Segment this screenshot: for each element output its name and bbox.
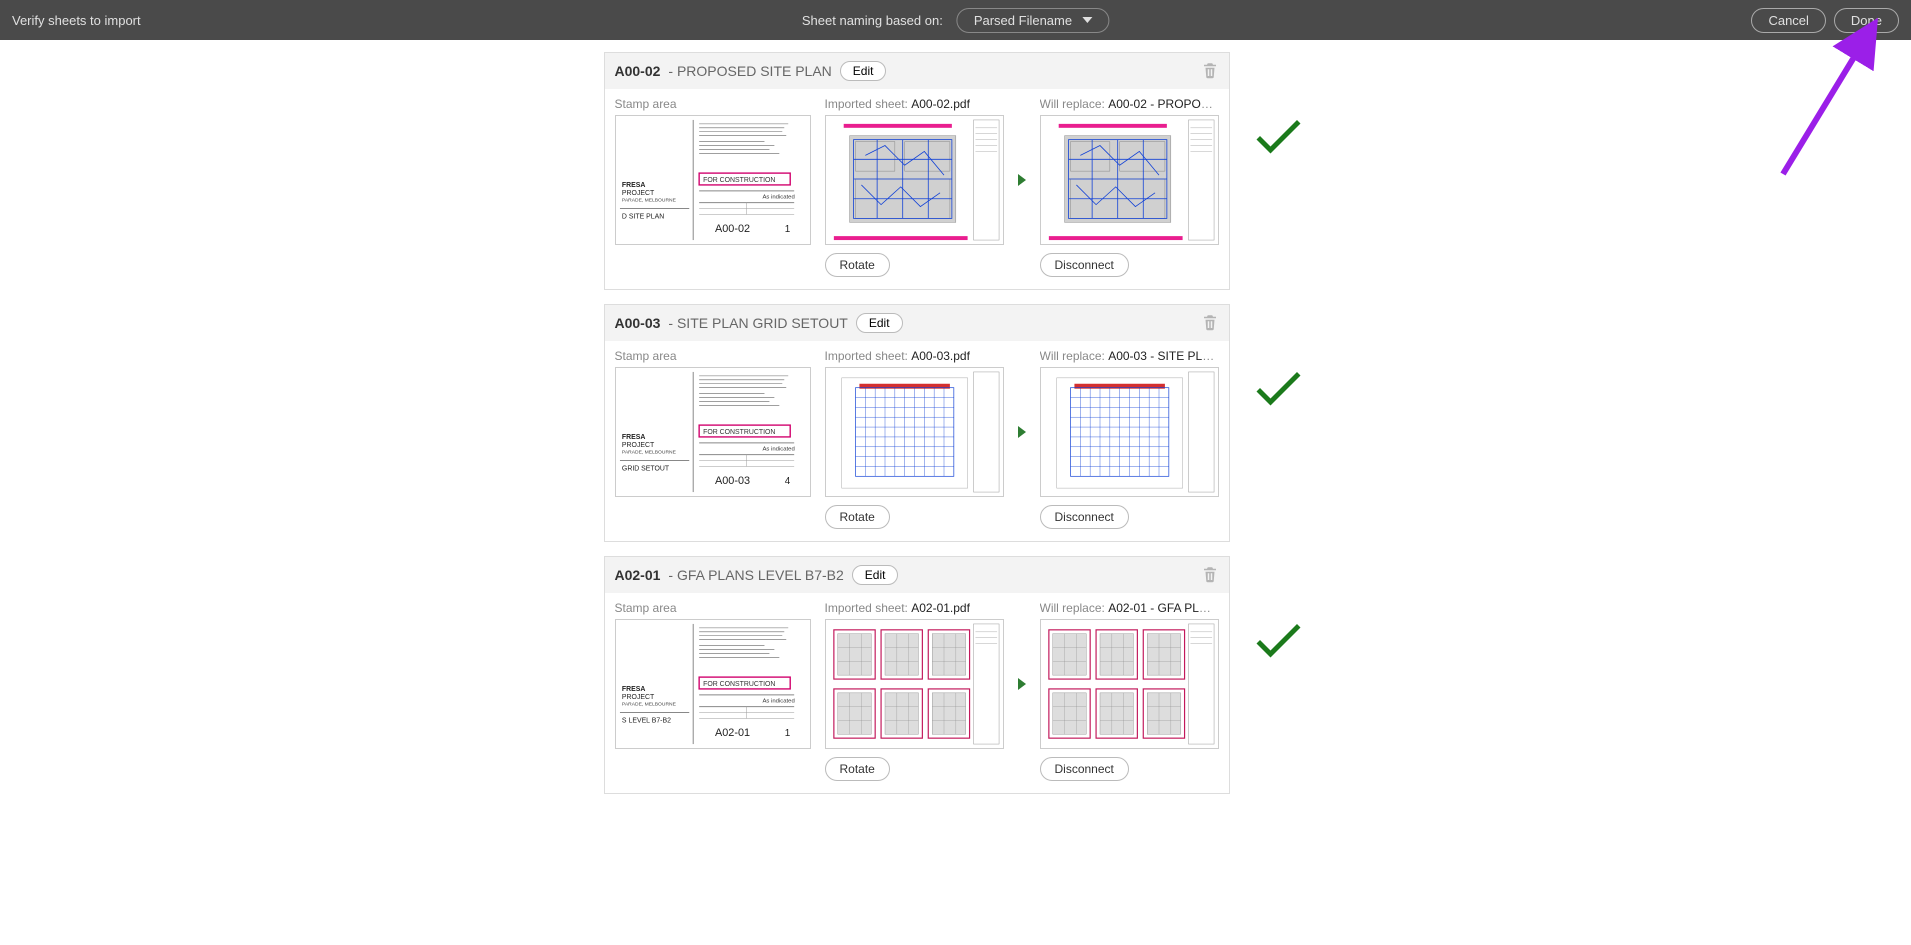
svg-text:PARADE, MELBOURNE: PARADE, MELBOURNE	[621, 450, 676, 456]
verify-label: Verify sheets to import	[12, 13, 141, 28]
svg-text:A00-03: A00-03	[714, 475, 749, 487]
sheet-number: A00-02	[615, 63, 661, 79]
naming-group: Sheet naming based on: Parsed Filename	[802, 8, 1109, 33]
svg-text:FRESA: FRESA	[621, 686, 644, 693]
sheet-card-header: A02-01 - GFA PLANS LEVEL B7-B2 Edit	[605, 557, 1229, 593]
imported-thumbnail[interactable]	[825, 367, 1004, 497]
stamp-thumbnail[interactable]: FOR CONSTRUCTION As indicated A00-03 4 F…	[615, 367, 811, 497]
sheet-list: A00-02 - PROPOSED SITE PLAN Edit Stamp are…	[0, 40, 1911, 794]
stamp-thumbnail[interactable]: FOR CONSTRUCTION As indicated A00-02 1 F…	[615, 115, 811, 245]
will-replace-label: Will replace: A00-02 - PROPOSE…	[1040, 97, 1219, 111]
top-bar: Verify sheets to import Sheet naming bas…	[0, 0, 1911, 40]
svg-text:FRESA: FRESA	[621, 434, 644, 441]
will-replace-label: Will replace: A00-03 - SITE PLA…	[1040, 349, 1219, 363]
rotate-button[interactable]: Rotate	[825, 757, 890, 781]
svg-text:GRID SETOUT: GRID SETOUT	[621, 465, 669, 472]
sheet-card: A02-01 - GFA PLANS LEVEL B7-B2 Edit Stamp …	[604, 556, 1230, 794]
svg-text:S LEVEL B7-B2: S LEVEL B7-B2	[621, 717, 670, 724]
sheet-row: A02-01 - GFA PLANS LEVEL B7-B2 Edit Stamp …	[604, 556, 1308, 794]
sheet-title: - PROPOSED SITE PLAN	[668, 63, 831, 79]
rotate-button[interactable]: Rotate	[825, 505, 890, 529]
arrow-right-icon	[1014, 367, 1030, 497]
disconnect-button[interactable]: Disconnect	[1040, 505, 1129, 529]
sheet-row: A00-03 - SITE PLAN GRID SETOUT Edit Stamp …	[604, 304, 1308, 542]
svg-text:A00-02: A00-02	[714, 223, 749, 235]
replace-thumbnail[interactable]	[1040, 619, 1219, 749]
svg-text:FRESA: FRESA	[621, 182, 644, 189]
stamp-area-label: Stamp area	[615, 97, 815, 111]
stamp-area-label: Stamp area	[615, 349, 815, 363]
sheet-card-body: Stamp area Imported sheet: A00-02.pdf Will…	[605, 89, 1229, 289]
sheet-card-header: A00-03 - SITE PLAN GRID SETOUT Edit	[605, 305, 1229, 341]
check-icon	[1248, 610, 1308, 673]
sheet-number: A02-01	[615, 567, 661, 583]
naming-dropdown[interactable]: Parsed Filename	[957, 8, 1109, 33]
imported-sheet-label: Imported sheet: A02-01.pdf	[825, 601, 1004, 615]
sheet-title: - SITE PLAN GRID SETOUT	[668, 315, 847, 331]
svg-text:As indicated: As indicated	[762, 195, 794, 201]
trash-icon[interactable]	[1201, 313, 1219, 333]
naming-dropdown-value: Parsed Filename	[974, 13, 1072, 28]
trash-icon[interactable]	[1201, 61, 1219, 81]
edit-button[interactable]: Edit	[840, 61, 887, 81]
naming-label: Sheet naming based on:	[802, 13, 943, 28]
sheet-row: A00-02 - PROPOSED SITE PLAN Edit Stamp are…	[604, 52, 1308, 290]
sheet-card-body: Stamp area Imported sheet: A02-01.pdf Will…	[605, 593, 1229, 793]
edit-button[interactable]: Edit	[852, 565, 899, 585]
sheet-title: - GFA PLANS LEVEL B7-B2	[668, 567, 843, 583]
arrow-right-icon	[1014, 619, 1030, 749]
imported-thumbnail[interactable]	[825, 115, 1004, 245]
svg-text:As indicated: As indicated	[762, 699, 794, 705]
stamp-thumbnail[interactable]: FOR CONSTRUCTION As indicated A02-01 1 F…	[615, 619, 811, 749]
arrow-right-icon	[1014, 115, 1030, 245]
svg-text:PARADE, MELBOURNE: PARADE, MELBOURNE	[621, 702, 676, 708]
svg-text:1: 1	[784, 728, 789, 739]
svg-text:FOR CONSTRUCTION: FOR CONSTRUCTION	[703, 177, 775, 184]
disconnect-button[interactable]: Disconnect	[1040, 253, 1129, 277]
svg-text:1: 1	[784, 224, 789, 235]
imported-sheet-label: Imported sheet: A00-03.pdf	[825, 349, 1004, 363]
rotate-button[interactable]: Rotate	[825, 253, 890, 277]
svg-text:PROJECT: PROJECT	[621, 442, 654, 449]
check-icon	[1248, 106, 1308, 169]
imported-sheet-label: Imported sheet: A00-02.pdf	[825, 97, 1004, 111]
imported-thumbnail[interactable]	[825, 619, 1004, 749]
check-icon	[1248, 358, 1308, 421]
sheet-card-body: Stamp area Imported sheet: A00-03.pdf Will…	[605, 341, 1229, 541]
svg-text:As indicated: As indicated	[762, 447, 794, 453]
sheet-card-header: A00-02 - PROPOSED SITE PLAN Edit	[605, 53, 1229, 89]
svg-text:PROJECT: PROJECT	[621, 190, 654, 197]
svg-text:FOR CONSTRUCTION: FOR CONSTRUCTION	[703, 681, 775, 688]
sheet-card: A00-03 - SITE PLAN GRID SETOUT Edit Stamp …	[604, 304, 1230, 542]
disconnect-button[interactable]: Disconnect	[1040, 757, 1129, 781]
replace-thumbnail[interactable]	[1040, 367, 1219, 497]
svg-text:4: 4	[784, 476, 790, 487]
svg-text:D SITE PLAN: D SITE PLAN	[621, 213, 663, 220]
svg-text:PROJECT: PROJECT	[621, 694, 654, 701]
edit-button[interactable]: Edit	[856, 313, 903, 333]
sheet-card: A00-02 - PROPOSED SITE PLAN Edit Stamp are…	[604, 52, 1230, 290]
svg-text:FOR CONSTRUCTION: FOR CONSTRUCTION	[703, 429, 775, 436]
done-button[interactable]: Done	[1834, 8, 1899, 33]
svg-text:PARADE, MELBOURNE: PARADE, MELBOURNE	[621, 198, 676, 204]
svg-text:A02-01: A02-01	[714, 727, 749, 739]
sheet-number: A00-03	[615, 315, 661, 331]
stamp-area-label: Stamp area	[615, 601, 815, 615]
replace-thumbnail[interactable]	[1040, 115, 1219, 245]
chevron-down-icon	[1082, 17, 1092, 23]
trash-icon[interactable]	[1201, 565, 1219, 585]
will-replace-label: Will replace: A02-01 - GFA PLAN…	[1040, 601, 1219, 615]
cancel-button[interactable]: Cancel	[1751, 8, 1825, 33]
